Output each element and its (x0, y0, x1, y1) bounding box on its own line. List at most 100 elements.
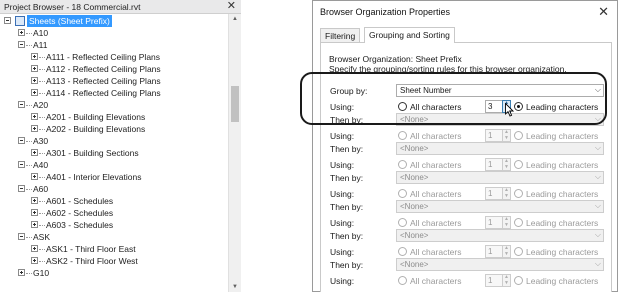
tree-node-label[interactable]: A60 (33, 184, 48, 194)
expand-toggle-icon[interactable] (31, 173, 38, 180)
tree-group-node[interactable]: A11 (0, 39, 228, 51)
expand-toggle-icon[interactable] (31, 209, 38, 216)
tree-node-label[interactable]: ASK1 - Third Floor East (46, 244, 136, 254)
leading-characters-radio[interactable] (514, 218, 523, 227)
expand-toggle-icon[interactable] (31, 257, 38, 264)
tab-filtering[interactable]: Filtering (320, 28, 361, 42)
all-characters-radio[interactable] (398, 218, 407, 227)
tree-node-label[interactable]: A603 - Schedules (46, 220, 113, 230)
leading-characters-label[interactable]: Leading characters (526, 131, 598, 141)
tree-sheet-node[interactable]: ASK2 - Third Floor West (0, 255, 228, 267)
tree-sheet-node[interactable]: A601 - Schedules (0, 195, 228, 207)
tree-sheet-node[interactable]: A111 - Reflected Ceiling Plans (0, 51, 228, 63)
leading-characters-label[interactable]: Leading characters (526, 189, 598, 199)
all-characters-radio[interactable] (398, 189, 407, 198)
spinner-buttons[interactable]: ▲▼ (502, 245, 511, 258)
character-count-input[interactable]: 1 (485, 274, 503, 287)
leading-characters-radio[interactable] (514, 131, 523, 140)
chevron-down-icon[interactable]: ⌵ (595, 143, 601, 153)
leading-characters-label[interactable]: Leading characters (526, 276, 598, 286)
tree-group-node[interactable]: A20 (0, 99, 228, 111)
all-characters-label[interactable]: All characters (410, 131, 462, 141)
character-count-input[interactable]: 1 (485, 245, 503, 258)
tree-node-label[interactable]: A10 (33, 28, 48, 38)
leading-characters-label[interactable]: Leading characters (526, 218, 598, 228)
tree-node-label[interactable]: A114 - Reflected Ceiling Plans (46, 88, 161, 98)
tree-node-label[interactable]: A301 - Building Sections (46, 148, 139, 158)
expand-toggle-icon[interactable] (31, 245, 38, 252)
close-icon[interactable]: ✕ (227, 0, 236, 13)
spin-down-icon[interactable]: ▼ (504, 165, 509, 170)
close-icon[interactable]: ✕ (598, 4, 609, 20)
expand-toggle-icon[interactable] (31, 125, 38, 132)
tree-node-label[interactable]: G10 (33, 268, 49, 278)
tree-node-label[interactable]: A201 - Building Elevations (46, 112, 145, 122)
tree-node-label[interactable]: A111 - Reflected Ceiling Plans (46, 52, 160, 62)
tree-node-label[interactable]: A602 - Schedules (46, 208, 113, 218)
collapse-toggle-icon[interactable] (4, 17, 11, 24)
tree-sheet-node[interactable]: A401 - Interior Elevations (0, 171, 228, 183)
tree-root-label[interactable]: Sheets (Sheet Prefix) (27, 15, 112, 27)
scroll-up-icon[interactable]: ▲ (232, 16, 238, 22)
all-characters-label[interactable]: All characters (410, 160, 462, 170)
collapse-toggle-icon[interactable] (18, 41, 25, 48)
expand-toggle-icon[interactable] (31, 89, 38, 96)
leading-characters-radio[interactable] (514, 276, 523, 285)
chevron-down-icon[interactable]: ⌵ (595, 201, 601, 211)
project-browser-scrollbar[interactable]: ▲ ▼ (228, 14, 241, 292)
chevron-down-icon[interactable]: ⌵ (595, 230, 601, 240)
tree-sheet-node[interactable]: A201 - Building Elevations (0, 111, 228, 123)
tree-group-node[interactable]: A60 (0, 183, 228, 195)
tree-node-label[interactable]: A401 - Interior Elevations (46, 172, 141, 182)
expand-toggle-icon[interactable] (31, 77, 38, 84)
all-characters-label[interactable]: All characters (410, 218, 462, 228)
leading-characters-radio[interactable] (514, 189, 523, 198)
tree-node-label[interactable]: A202 - Building Elevations (46, 124, 145, 134)
scrollbar-thumb[interactable] (231, 86, 239, 122)
spinner-buttons[interactable]: ▲▼ (502, 187, 511, 200)
tree-root-node[interactable]: Sheets (Sheet Prefix) (0, 15, 228, 27)
spinner-buttons[interactable]: ▲▼ (502, 158, 511, 171)
expand-toggle-icon[interactable] (31, 197, 38, 204)
tree-node-label[interactable]: A40 (33, 160, 48, 170)
tree-sheet-node[interactable]: A602 - Schedules (0, 207, 228, 219)
expand-toggle-icon[interactable] (31, 221, 38, 228)
leading-characters-label[interactable]: Leading characters (526, 247, 598, 257)
tree-group-node[interactable]: A30 (0, 135, 228, 147)
collapse-toggle-icon[interactable] (18, 185, 25, 192)
collapse-toggle-icon[interactable] (18, 101, 25, 108)
tree-node-label[interactable]: A113 - Reflected Ceiling Plans (46, 76, 161, 86)
scroll-down-icon[interactable]: ▼ (232, 284, 238, 290)
leading-characters-label[interactable]: Leading characters (526, 160, 598, 170)
tree-node-label[interactable]: A30 (33, 136, 48, 146)
all-characters-radio[interactable] (398, 160, 407, 169)
tree-sheet-node[interactable]: A114 - Reflected Ceiling Plans (0, 87, 228, 99)
expand-toggle-icon[interactable] (31, 65, 38, 72)
tree-group-node[interactable]: A40 (0, 159, 228, 171)
spinner-buttons[interactable]: ▲▼ (502, 274, 511, 287)
tree-node-label[interactable]: A112 - Reflected Ceiling Plans (46, 64, 161, 74)
spin-down-icon[interactable]: ▼ (504, 194, 509, 199)
tree-sheet-node[interactable]: A603 - Schedules (0, 219, 228, 231)
tree-sheet-node[interactable]: A301 - Building Sections (0, 147, 228, 159)
all-characters-label[interactable]: All characters (410, 247, 462, 257)
character-count-input[interactable]: 1 (485, 158, 503, 171)
tree-sheet-node[interactable]: A112 - Reflected Ceiling Plans (0, 63, 228, 75)
leading-characters-radio[interactable] (514, 160, 523, 169)
then-by-dropdown[interactable]: <None> ⌵ (396, 200, 604, 213)
tab-grouping-and-sorting[interactable]: Grouping and Sorting (364, 27, 455, 43)
spin-down-icon[interactable]: ▼ (504, 223, 509, 228)
expand-toggle-icon[interactable] (18, 29, 25, 36)
tree-group-node[interactable]: A10 (0, 27, 228, 39)
spin-down-icon[interactable]: ▼ (504, 281, 509, 286)
collapse-toggle-icon[interactable] (18, 137, 25, 144)
tree-sheet-node[interactable]: ASK1 - Third Floor East (0, 243, 228, 255)
all-characters-label[interactable]: All characters (410, 189, 462, 199)
tree-sheet-node[interactable]: A202 - Building Elevations (0, 123, 228, 135)
spinner-buttons[interactable]: ▲▼ (502, 216, 511, 229)
all-characters-radio[interactable] (398, 131, 407, 140)
collapse-toggle-icon[interactable] (18, 161, 25, 168)
collapse-toggle-icon[interactable] (18, 233, 25, 240)
expand-toggle-icon[interactable] (31, 113, 38, 120)
chevron-down-icon[interactable]: ⌵ (595, 172, 601, 182)
